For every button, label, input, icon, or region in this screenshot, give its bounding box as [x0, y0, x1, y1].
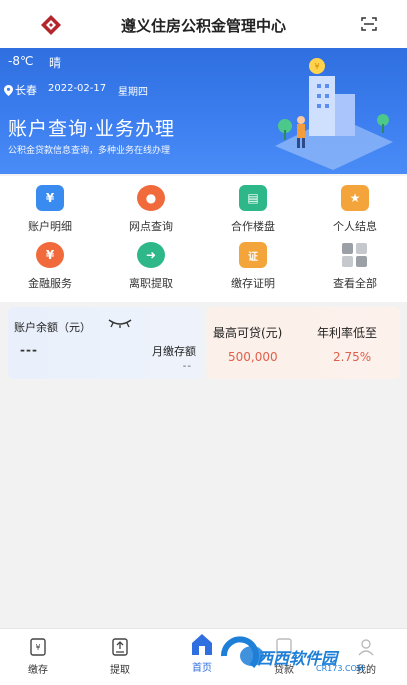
service-label: 账户明细 [28, 220, 72, 233]
svg-text:¥: ¥ [35, 643, 40, 652]
city-illustration: ¥ [275, 58, 393, 170]
svg-text:¥: ¥ [314, 62, 319, 71]
location-pin-icon: ● [137, 185, 165, 211]
balance-label: 账户余额（元） [14, 321, 91, 334]
money-hand-icon: ¥ [36, 242, 64, 268]
banner-subline: 公积金贷款信息查询，多种业务在线办理 [8, 146, 171, 156]
loan-info-card[interactable]: 最高可贷(元) 年利率低至 500,000 2.75% [207, 307, 400, 379]
max-loan-label: 最高可贷(元) [213, 326, 283, 340]
service-label: 查看全部 [333, 277, 377, 290]
withdraw-icon [112, 638, 128, 656]
service-label: 合作楼盘 [231, 220, 275, 233]
monthly-deposit-value: -- [182, 361, 192, 372]
tab-withdraw[interactable]: 提取 [90, 637, 150, 676]
temperature: -8℃ [8, 54, 34, 68]
building-icon: ▤ [239, 185, 267, 211]
service-partner-buildings[interactable]: ▤ 合作楼盘 [203, 181, 303, 233]
service-label: 缴存证明 [231, 277, 275, 290]
tab-label: 提取 [110, 665, 130, 676]
star-box-icon: ★ [341, 185, 369, 211]
location-pin-icon [4, 84, 13, 96]
tab-deposit[interactable]: ¥ 缴存 [8, 637, 68, 676]
weather: 晴 [49, 56, 62, 70]
service-label: 金融服务 [28, 277, 72, 290]
monthly-deposit-label: 月缴存额 [152, 345, 196, 358]
rate-value: 2.75% [333, 350, 372, 364]
service-label: 网点查询 [129, 220, 173, 233]
location-label: 长春 [15, 84, 37, 97]
account-balance-card[interactable]: 账户余额（元） --- 月缴存额 -- [8, 307, 202, 379]
deposit-icon: ¥ [30, 638, 46, 656]
service-label: 离职提取 [129, 277, 173, 290]
page-title: 遵义住房公积金管理中心 [120, 17, 286, 35]
service-deposit-certificate[interactable]: 证 缴存证明 [203, 238, 303, 290]
watermark-url: CR173.COM [316, 664, 364, 673]
date: 2022-02-17 [48, 83, 107, 94]
grid-all-icon [341, 242, 369, 268]
person-exit-icon: ➜ [137, 242, 165, 268]
max-loan-value: 500,000 [228, 350, 278, 364]
tab-label: 缴存 [28, 665, 48, 676]
certificate-icon: 证 [239, 242, 267, 268]
service-view-all[interactable]: 查看全部 [305, 238, 405, 290]
weekday: 星期四 [118, 87, 148, 98]
service-label: 个人结息 [333, 220, 377, 233]
service-branch-query[interactable]: ● 网点查询 [101, 181, 201, 233]
content-area [0, 384, 407, 628]
eye-closed-icon[interactable] [108, 318, 132, 328]
service-grid: ¥ 账户明细 ● 网点查询 ▤ 合作楼盘 ★ 个人结息 ¥ 金融服务 ➜ 离职提… [0, 176, 407, 302]
hero-banner[interactable]: -8℃ 晴 长春 2022-02-17 星期四 账户查询·业务办理 公积金贷款信… [0, 48, 407, 174]
location[interactable]: 长春 [4, 82, 37, 98]
service-finance[interactable]: ¥ 金融服务 [0, 238, 100, 290]
balance-value: --- [20, 343, 38, 357]
banner-headline: 账户查询·业务办理 [8, 118, 176, 140]
yuan-card-icon: ¥ [36, 185, 64, 211]
service-account-detail[interactable]: ¥ 账户明细 [0, 181, 100, 233]
app-header: 遵义住房公积金管理中心 [0, 0, 407, 48]
service-resign-withdraw[interactable]: ➜ 离职提取 [101, 238, 201, 290]
rate-label: 年利率低至 [317, 326, 378, 340]
service-personal-interest[interactable]: ★ 个人结息 [305, 181, 405, 233]
scan-icon[interactable] [361, 17, 377, 31]
